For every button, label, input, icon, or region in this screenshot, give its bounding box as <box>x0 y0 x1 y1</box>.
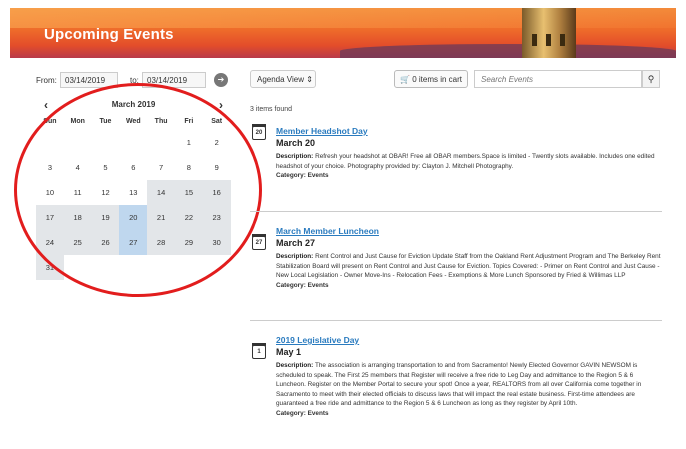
event-category: Category: Events <box>276 172 329 180</box>
event-item: 20 Member Headshot Day March 20 Descript… <box>252 124 662 206</box>
event-item: 27 March Member Luncheon March 27 Descri… <box>252 226 662 316</box>
red-circle-annotation <box>14 83 262 297</box>
calendar-icon: 27 <box>252 234 266 250</box>
results-count: 3 items found <box>250 106 293 113</box>
search-input[interactable] <box>474 70 642 88</box>
divider <box>250 320 662 321</box>
calendar-icon: 20 <box>252 124 266 140</box>
page-title: Upcoming Events <box>44 26 174 43</box>
description-label: Description: <box>276 362 314 369</box>
chevron-left-icon[interactable]: ‹ <box>44 96 48 114</box>
event-date: March 27 <box>276 238 316 248</box>
event-date: March 20 <box>276 138 316 148</box>
description-label: Description: <box>276 153 314 160</box>
event-title-link[interactable]: Member Headshot Day <box>276 126 368 136</box>
cart-icon: 🛒 <box>400 75 410 84</box>
banner-tower-image <box>522 8 576 58</box>
cart-button[interactable]: 🛒 0 items in cart <box>394 70 468 88</box>
search-icon[interactable]: ⚲ <box>642 70 660 88</box>
cart-label: 0 items in cart <box>412 75 462 84</box>
event-date: May 1 <box>276 347 302 357</box>
arrow-right-icon[interactable]: ➔ <box>214 73 228 87</box>
event-description: Description: The association is arrangin… <box>276 361 662 419</box>
event-description: Description: Rent Control and Just Cause… <box>276 252 662 290</box>
event-description: Description: Refresh your headshot at OB… <box>276 152 662 181</box>
tower-window <box>532 34 537 46</box>
description-text: The association is arranging transportat… <box>276 362 642 408</box>
event-title-link[interactable]: 2019 Legislative Day <box>276 335 359 345</box>
banner-hills <box>340 44 676 58</box>
event-category: Category: Events <box>276 281 329 289</box>
description-text: Rent Control and Just Cause for Eviction… <box>276 253 661 280</box>
banner-sky <box>10 8 676 28</box>
view-select[interactable]: Agenda View ⇕ <box>250 70 316 88</box>
from-label: From: <box>36 76 57 85</box>
event-item: 1 2019 Legislative Day May 1 Description… <box>252 335 662 445</box>
tower-window <box>560 34 565 46</box>
description-text: Refresh your headshot at OBAR! Free all … <box>276 153 655 170</box>
calendar-icon: 1 <box>252 343 266 359</box>
tower-window <box>546 34 551 46</box>
description-label: Description: <box>276 253 314 260</box>
header-banner: Upcoming Events <box>10 8 676 58</box>
divider <box>250 211 662 212</box>
event-category: Category: Events <box>276 409 329 417</box>
event-title-link[interactable]: March Member Luncheon <box>276 226 379 236</box>
